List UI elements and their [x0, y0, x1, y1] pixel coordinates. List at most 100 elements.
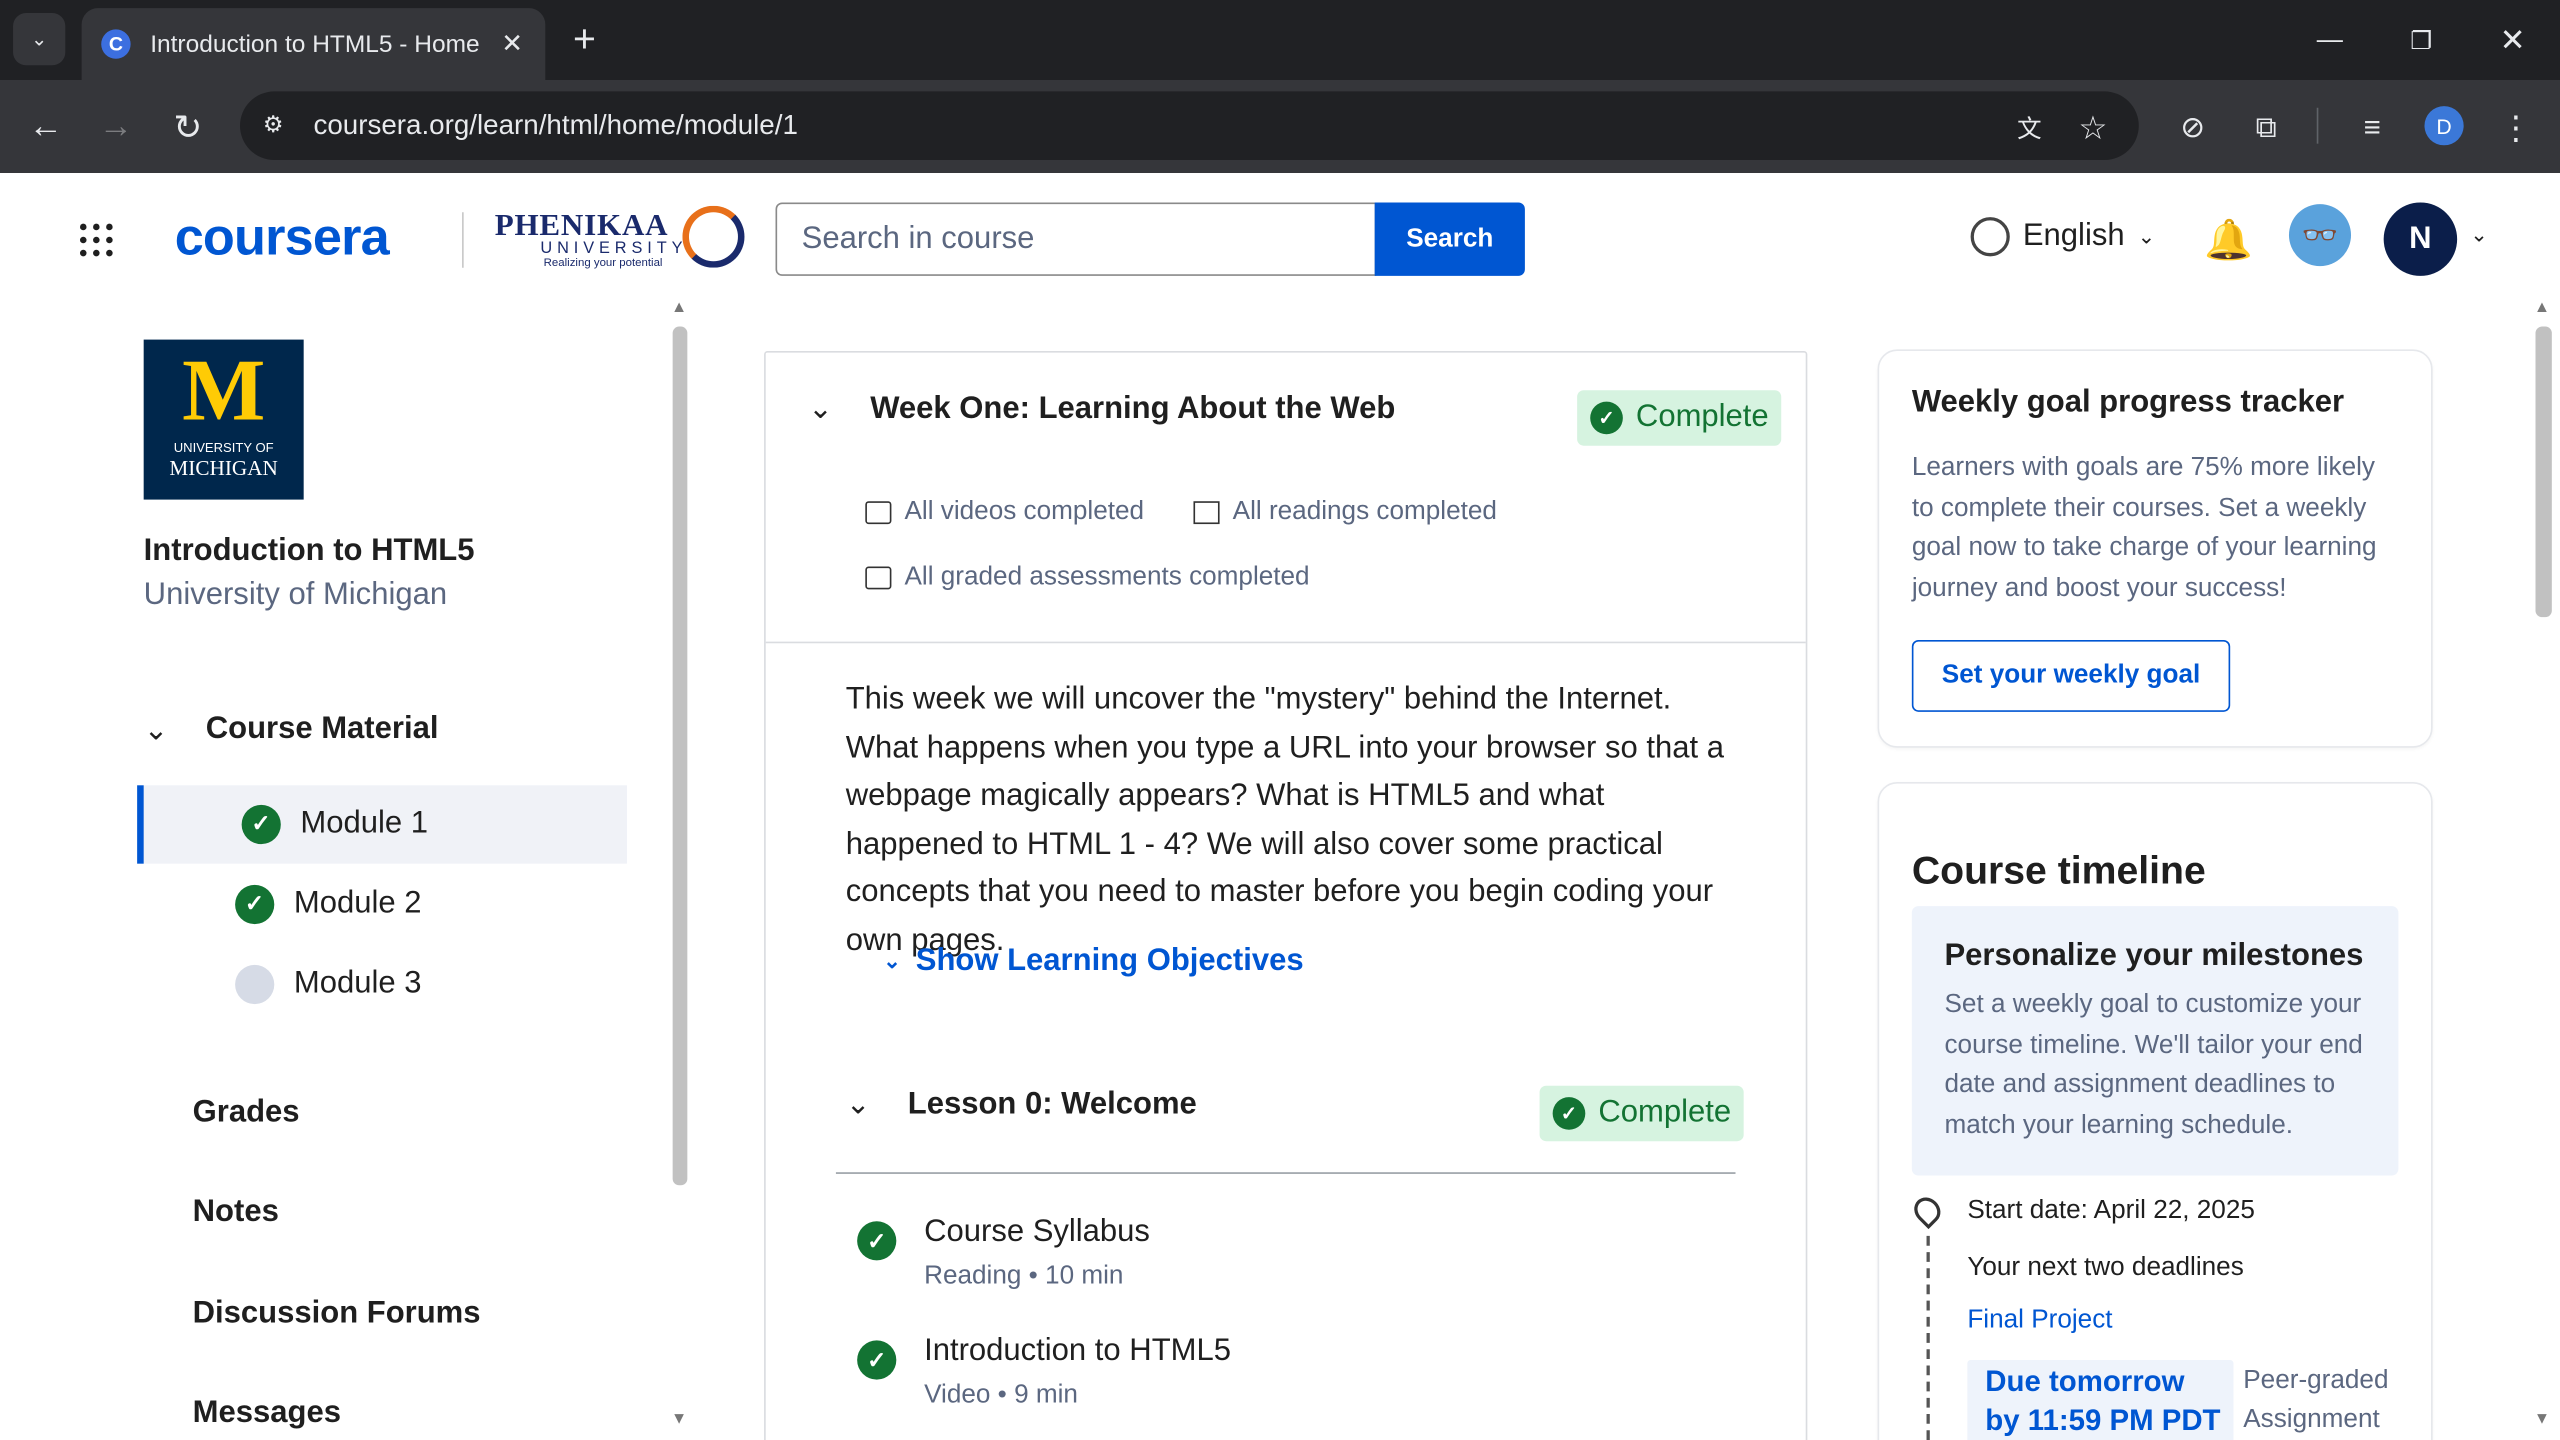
coach-avatar-icon[interactable]: 👓 — [2288, 204, 2352, 267]
module-label: Module 1 — [300, 806, 429, 841]
module-complete-check-icon — [235, 884, 275, 925]
notifications-bell-icon[interactable]: 🔔 — [2204, 217, 2253, 264]
browser-tab-bar: ⌄ C Introduction to HTML5 - Home ✕ + — ❐… — [0, 0, 2560, 80]
close-tab-icon[interactable]: ✕ — [501, 28, 523, 61]
site-info-icon[interactable]: ⚙ — [263, 111, 284, 139]
next-deadlines-label: Your next two deadlines — [1967, 1253, 2244, 1282]
assignment-type-line-1: Peer-graded — [2243, 1366, 2389, 1395]
coursera-logo[interactable]: coursera — [175, 207, 390, 267]
coursera-favicon-icon: C — [101, 29, 131, 59]
course-title[interactable]: Introduction to HTML5 — [144, 534, 475, 570]
timeline-dashed-line — [1926, 1235, 1930, 1440]
language-label: English — [2022, 218, 2125, 254]
item-meta: Reading • 10 min — [924, 1262, 1124, 1290]
chevron-down-icon: ⌄ — [2137, 223, 2156, 249]
toolbar-divider — [2316, 107, 2319, 144]
assignment-type-line-2: Assignment — [2243, 1405, 2380, 1434]
readings-status: All readings completed — [1193, 498, 1497, 527]
lesson-collapse-chevron-icon[interactable]: ⌄ — [846, 1087, 871, 1121]
lesson-complete-badge: ✓ Complete — [1539, 1085, 1745, 1142]
user-avatar[interactable]: N — [2383, 202, 2458, 276]
sidebar-link-notes[interactable]: Notes — [193, 1195, 279, 1231]
close-window-icon[interactable]: ✕ — [2491, 20, 2533, 62]
personalize-title: Personalize your milestones — [1944, 938, 2364, 974]
assessments-status: All graded assessments completed — [865, 563, 1310, 592]
assessment-icon — [865, 566, 892, 590]
course-material-toggle[interactable]: ⌄ Course Material — [144, 712, 439, 748]
university-logo-text: UNIVERSITY OF — [173, 440, 274, 456]
item-complete-check-icon: ✓ — [857, 1221, 897, 1261]
videos-status: All videos completed — [865, 498, 1144, 527]
sidebar-item-module-3[interactable]: Module 3 — [137, 945, 627, 1023]
goal-tracker-text: Learners with goals are 75% more likely … — [1911, 453, 2377, 602]
university-logo-text2: MICHIGAN — [169, 455, 278, 480]
address-bar[interactable]: ⚙ coursera.org/learn/html/home/module/1 — [239, 91, 2139, 160]
page-scroll-up-icon[interactable]: ▲ — [2534, 299, 2550, 317]
list-item[interactable]: ✓ Introduction to HTML5 Video • 9 min — [836, 1324, 1736, 1425]
forward-icon[interactable]: → — [93, 104, 139, 150]
search-button[interactable]: Search — [1374, 202, 1525, 276]
final-project-link[interactable]: Final Project — [1967, 1306, 2112, 1335]
set-weekly-goal-button[interactable]: Set your weekly goal — [1911, 639, 2231, 712]
book-icon — [1193, 501, 1220, 525]
assessments-status-label: All graded assessments completed — [904, 563, 1310, 592]
check-icon: ✓ — [1552, 1097, 1586, 1130]
university-logo: M UNIVERSITY OF MICHIGAN — [143, 339, 304, 500]
lesson-title: Lesson 0: Welcome — [907, 1087, 1197, 1122]
week-complete-badge: ✓ Complete — [1577, 390, 1782, 446]
sidebar-scroll-up-icon[interactable]: ▲ — [671, 299, 687, 317]
media-controls-icon[interactable]: ≡ — [2349, 104, 2395, 150]
chevron-down-icon: ⌄ — [883, 948, 902, 974]
browser-menu-icon[interactable]: ⋮ — [2493, 104, 2539, 150]
goal-tracker-title: Weekly goal progress tracker — [1911, 385, 2345, 420]
back-icon[interactable]: ← — [23, 104, 69, 150]
sidebar-item-module-2[interactable]: Module 2 — [137, 865, 627, 943]
apps-grid-icon[interactable] — [79, 223, 113, 257]
sidebar-link-messages[interactable]: Messages — [193, 1396, 341, 1432]
page-scroll-down-icon[interactable]: ▼ — [2534, 1411, 2550, 1429]
start-date: Start date: April 22, 2025 — [1967, 1196, 2255, 1225]
browser-tab[interactable]: C Introduction to HTML5 - Home ✕ — [81, 8, 546, 80]
phenikaa-ring-icon — [682, 205, 745, 268]
lesson-divider — [835, 1172, 1736, 1174]
week-divider — [765, 641, 1806, 644]
chevron-down-icon: ⌄ — [143, 712, 169, 746]
language-selector[interactable]: English ⌄ — [1970, 217, 2156, 257]
due-line-2: by 11:59 PM PDT — [1985, 1404, 2221, 1437]
item-title: Course Syllabus — [924, 1214, 1150, 1249]
search-input[interactable]: Search in course — [775, 202, 1377, 276]
profile-avatar[interactable]: D — [2424, 106, 2464, 146]
user-menu-chevron-icon[interactable]: ⌄ — [2470, 222, 2488, 248]
sidebar-item-module-1[interactable]: Module 1 — [137, 785, 627, 864]
partner-sub: UNIVERSITY — [540, 239, 688, 258]
tab-search-icon[interactable]: ⌄ — [13, 13, 66, 66]
module-label: Module 2 — [293, 886, 422, 921]
list-item[interactable]: ✓ Course Syllabus Reading • 10 min — [836, 1205, 1736, 1306]
sidebar-scrollbar-thumb[interactable] — [672, 326, 688, 1186]
module-pending-circle-icon — [235, 964, 275, 1005]
minimize-icon[interactable]: — — [2309, 20, 2351, 62]
new-tab-button[interactable]: + — [563, 18, 605, 62]
reload-icon[interactable]: ↻ — [165, 104, 211, 150]
restore-icon[interactable]: ❐ — [2400, 20, 2442, 62]
partner-tagline: Realizing your potential — [543, 257, 663, 270]
logo-divider — [462, 212, 464, 268]
due-line-1: Due tomorrow — [1985, 1364, 2185, 1398]
item-complete-check-icon: ✓ — [857, 1340, 897, 1380]
week-description: This week we will uncover the "mystery" … — [845, 682, 1724, 958]
translate-icon[interactable]: 文 — [2007, 104, 2053, 150]
week-title: Week One: Learning About the Web — [870, 391, 1396, 427]
show-learning-objectives-link[interactable]: ⌄ Show Learning Objectives — [883, 944, 1303, 980]
globe-icon — [1970, 217, 2010, 257]
objectives-label: Show Learning Objectives — [915, 943, 1304, 978]
phenikaa-logo[interactable]: PHENIKAA UNIVERSITY Realizing your poten… — [495, 209, 683, 274]
page-scrollbar-thumb[interactable] — [2535, 326, 2552, 618]
week-collapse-chevron-icon[interactable]: ⌄ — [808, 392, 833, 426]
extensions-icon[interactable]: ⧉ — [2243, 104, 2289, 150]
sidebar-scroll-down-icon[interactable]: ▼ — [671, 1411, 687, 1429]
timeline-title: Course timeline — [1911, 848, 2206, 894]
compass-extension-icon[interactable]: ⊘ — [2170, 104, 2216, 150]
sidebar-link-grades[interactable]: Grades — [193, 1096, 300, 1132]
bookmark-star-icon[interactable]: ☆ — [2070, 104, 2116, 150]
sidebar-link-discussion-forums[interactable]: Discussion Forums — [193, 1296, 481, 1332]
